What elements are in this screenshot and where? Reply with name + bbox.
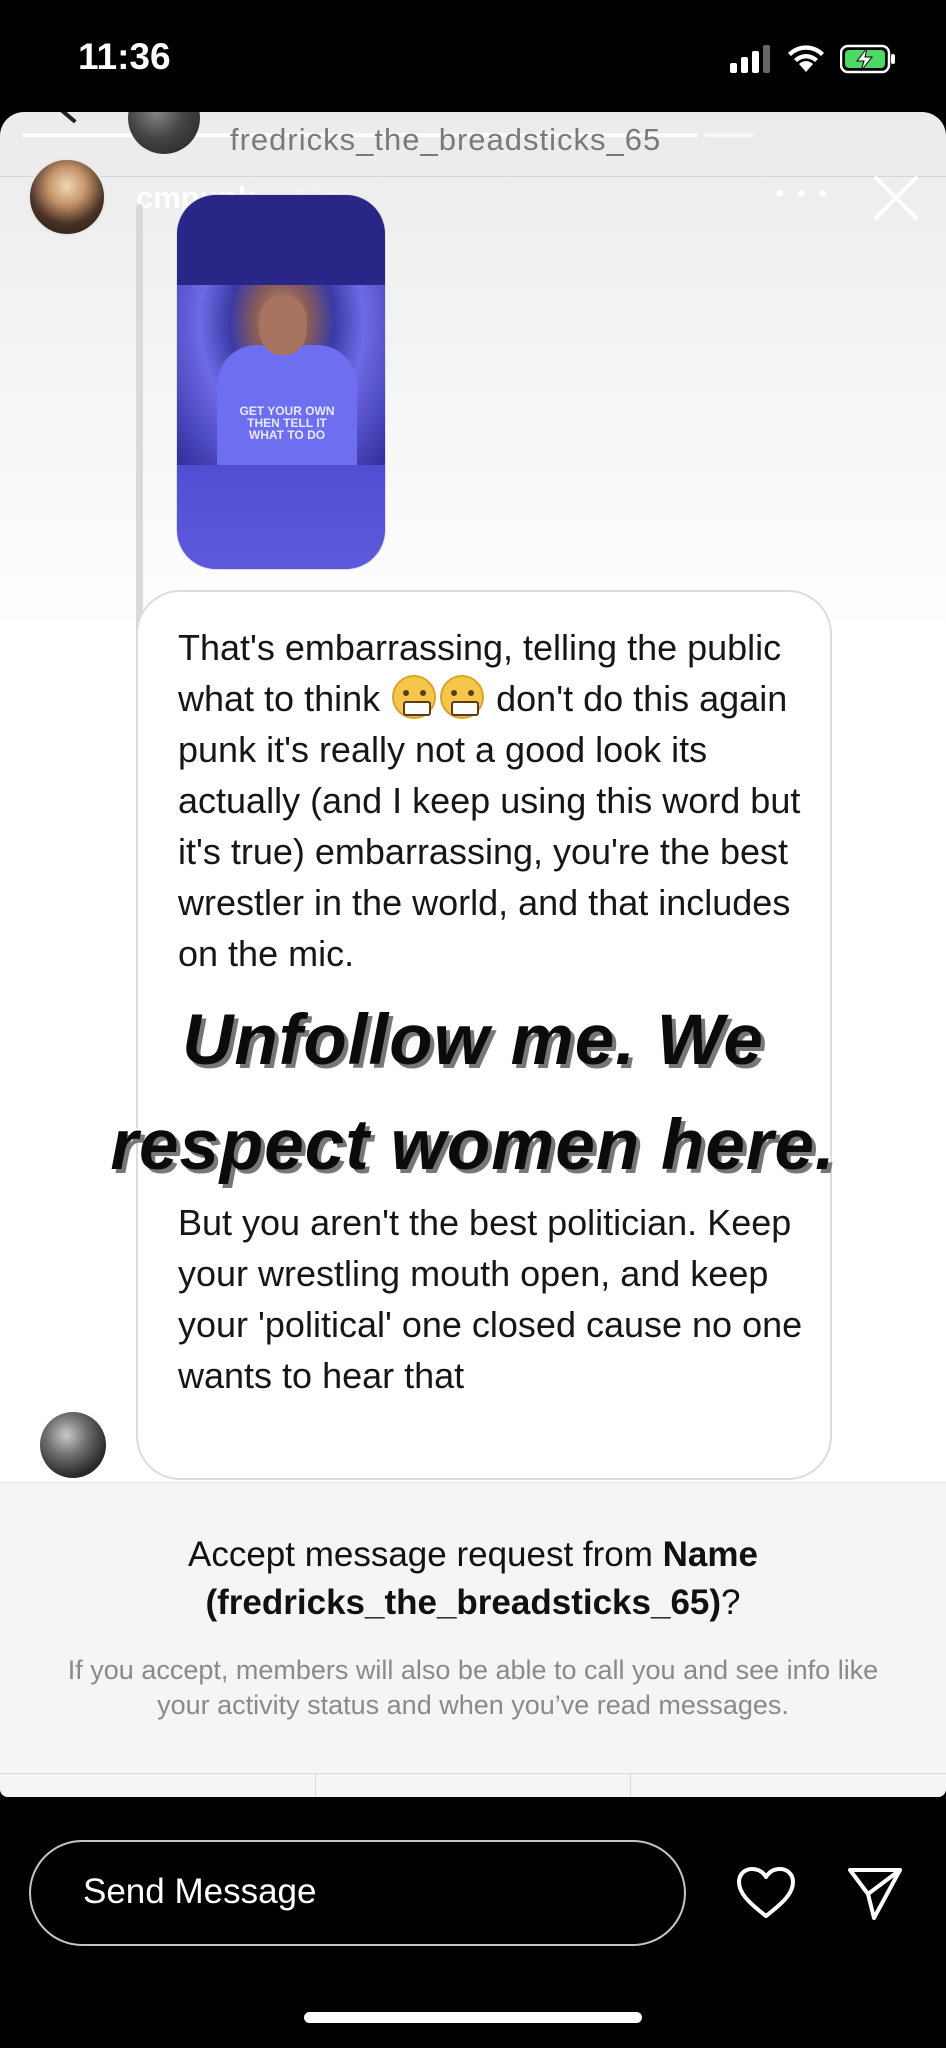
- message-request-panel: Accept message request from Name (fredric…: [0, 1482, 946, 1797]
- request-action-button[interactable]: [316, 1774, 632, 1797]
- message-text-after-emoji: don't do this again punk it's really not…: [178, 678, 801, 974]
- close-icon[interactable]: [868, 170, 924, 226]
- message-text-part1: That's embarrassing, telling the public …: [178, 622, 818, 979]
- request-name: Name: [662, 1535, 758, 1574]
- story-progress-segment: [704, 133, 754, 137]
- home-indicator[interactable]: [304, 2012, 642, 2023]
- grimacing-face-icon: [392, 675, 437, 719]
- media-head: [259, 295, 307, 355]
- overlay-caption-line2: respect women here.: [110, 1106, 836, 1185]
- shared-media[interactable]: GET YOUR OWN THEN TELL IT WHAT TO DO: [176, 194, 386, 570]
- request-note: If you accept, members will also be able…: [67, 1655, 879, 1720]
- story-card: fredricks_the_breadsticks_65 cmpunk 12m …: [0, 112, 946, 1797]
- cellular-signal-icon: [730, 45, 770, 73]
- wifi-icon: [788, 45, 824, 72]
- status-time: 11:36: [78, 36, 171, 77]
- header-divider: [0, 176, 946, 177]
- send-message-input[interactable]: Send Message: [29, 1840, 686, 1946]
- more-dots-icon[interactable]: [776, 178, 826, 208]
- sender-avatar: [40, 1412, 106, 1478]
- poster-avatar[interactable]: [28, 158, 106, 236]
- reply-to-username: fredricks_the_breadsticks_65: [230, 122, 662, 157]
- heart-icon[interactable]: [736, 1866, 796, 1920]
- request-action-row: [0, 1773, 946, 1797]
- request-title-suffix: ?: [721, 1583, 741, 1622]
- send-message-placeholder: Send Message: [83, 1872, 317, 1911]
- reply-to-avatar: [128, 112, 200, 154]
- request-title-prefix: Accept message request from: [188, 1535, 663, 1574]
- overlay-caption-line1: Unfollow me. We: [182, 1001, 764, 1080]
- shirt-text: GET YOUR OWN THEN TELL IT WHAT TO DO: [239, 404, 335, 442]
- back-gesture-mark: [43, 112, 77, 124]
- status-icons: [730, 44, 896, 74]
- request-handle: (fredricks_the_breadsticks_65): [205, 1583, 722, 1622]
- request-action-button[interactable]: [631, 1774, 946, 1797]
- message-text-part2: But you aren't the best politician. Keep…: [178, 1202, 803, 1396]
- battery-charging-icon: [840, 44, 895, 74]
- grimacing-face-icon: [440, 675, 485, 719]
- request-action-button[interactable]: [0, 1774, 316, 1797]
- request-title: Accept message request from Name (fredric…: [0, 1531, 946, 1627]
- paper-plane-icon[interactable]: [846, 1864, 904, 1922]
